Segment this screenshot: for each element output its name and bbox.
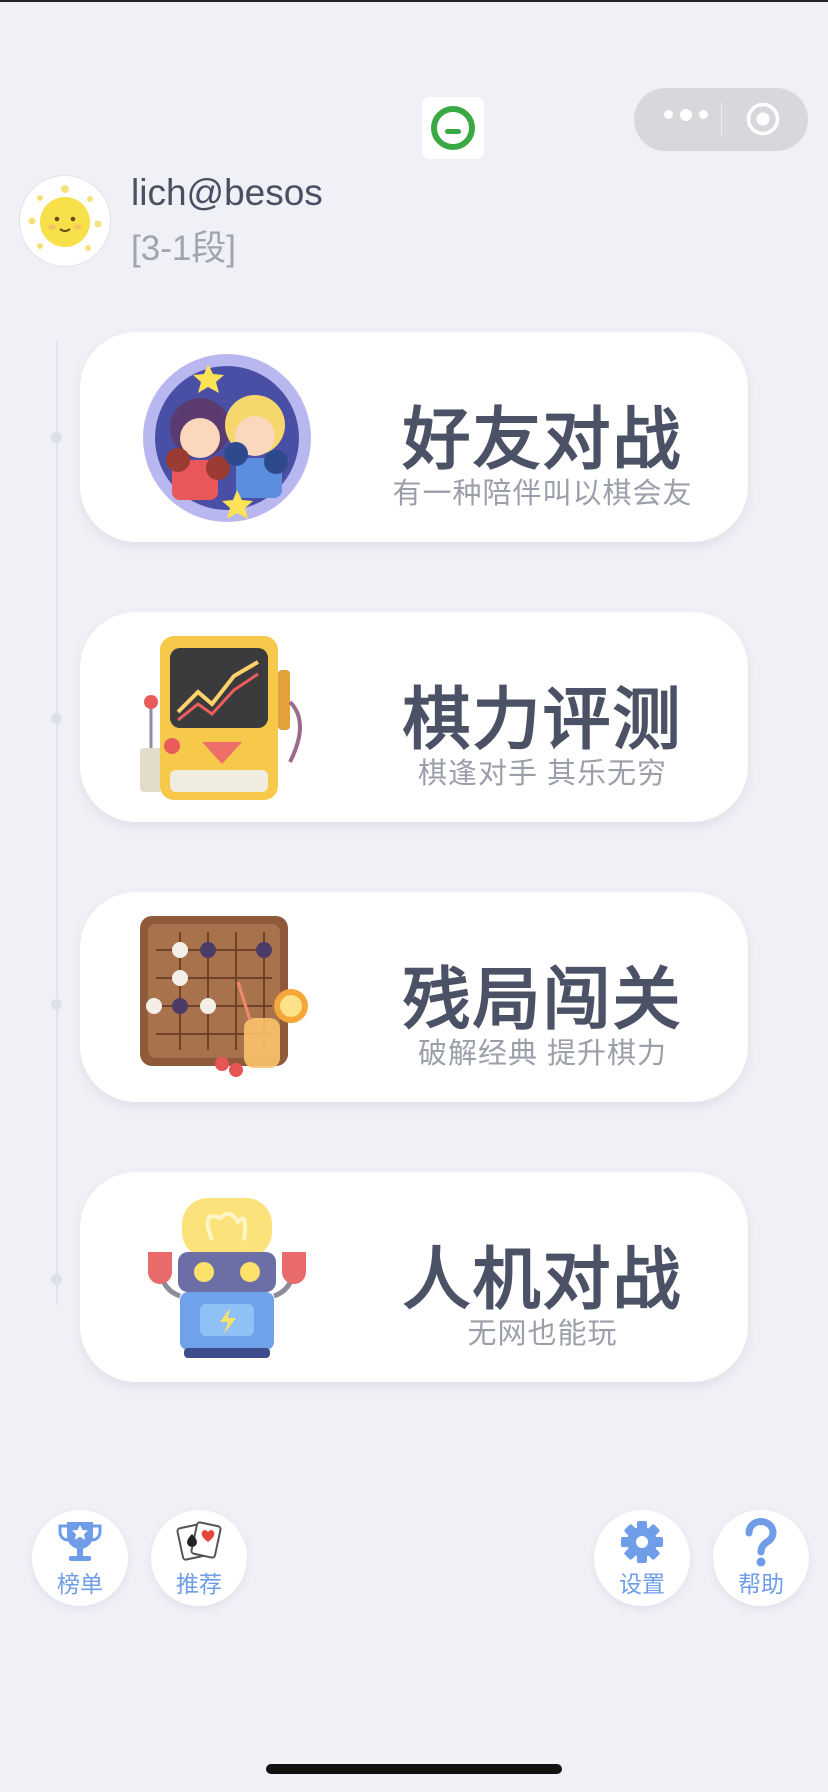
user-avatar[interactable] (20, 176, 110, 266)
top-border (0, 0, 828, 2)
card-subtitle: 无网也能玩 (467, 1318, 618, 1350)
trophy-icon (58, 1522, 102, 1561)
home-indicator[interactable] (266, 1764, 562, 1774)
card-title: 好友对战 (402, 402, 683, 478)
arcade-machine-icon (140, 636, 302, 800)
card-subtitle: 有一种陪伴叫以棋会友 (392, 478, 693, 510)
capsule-divider (721, 102, 722, 137)
recommend-label: 推荐 (176, 1571, 222, 1597)
timeline-dot (51, 999, 62, 1010)
card-subtitle: 破解经典 提升棋力 (417, 1038, 668, 1070)
card-title: 棋力评测 (402, 682, 683, 758)
leaderboard-button[interactable]: 榜单 (32, 1510, 128, 1606)
username: lich@besos (131, 172, 323, 213)
leaderboard-label: 榜单 (57, 1571, 103, 1597)
boxing-kids-icon (143, 354, 311, 522)
settings-button[interactable]: 设置 (594, 1510, 690, 1606)
timeline-line (56, 340, 58, 1305)
timeline-dot (51, 432, 62, 443)
go-board-icon (140, 916, 308, 1077)
settings-label: 设置 (619, 1571, 665, 1597)
mini-program-capsule (634, 88, 808, 151)
card-title: 人机对战 (402, 1242, 683, 1318)
robot-icon (148, 1198, 306, 1358)
help-label: 帮助 (738, 1571, 784, 1597)
card-title: 残局闯关 (402, 962, 683, 1038)
friend-battle-card[interactable]: 好友对战 有一种陪伴叫以棋会友 (80, 332, 748, 542)
playing-cards-icon (176, 1521, 222, 1561)
endgame-challenge-card[interactable]: 残局闯关 破解经典 提升棋力 (80, 892, 748, 1102)
gear-icon (621, 1521, 663, 1563)
skill-test-card[interactable]: 棋力评测 棋逢对手 其乐无穷 (80, 612, 748, 822)
chat-bubble-icon (422, 97, 484, 159)
question-mark-icon (745, 1518, 777, 1567)
card-subtitle: 棋逢对手 其乐无穷 (417, 758, 668, 790)
timeline-dot (51, 1274, 62, 1285)
vs-computer-card[interactable]: 人机对战 无网也能玩 (80, 1172, 748, 1382)
target-circle-icon[interactable] (746, 102, 780, 136)
user-rank: [3-1段] (131, 229, 237, 268)
more-dots-icon[interactable] (664, 109, 708, 121)
timeline-dot (51, 713, 62, 724)
help-button[interactable]: 帮助 (713, 1510, 809, 1606)
recommend-button[interactable]: 推荐 (151, 1510, 247, 1606)
